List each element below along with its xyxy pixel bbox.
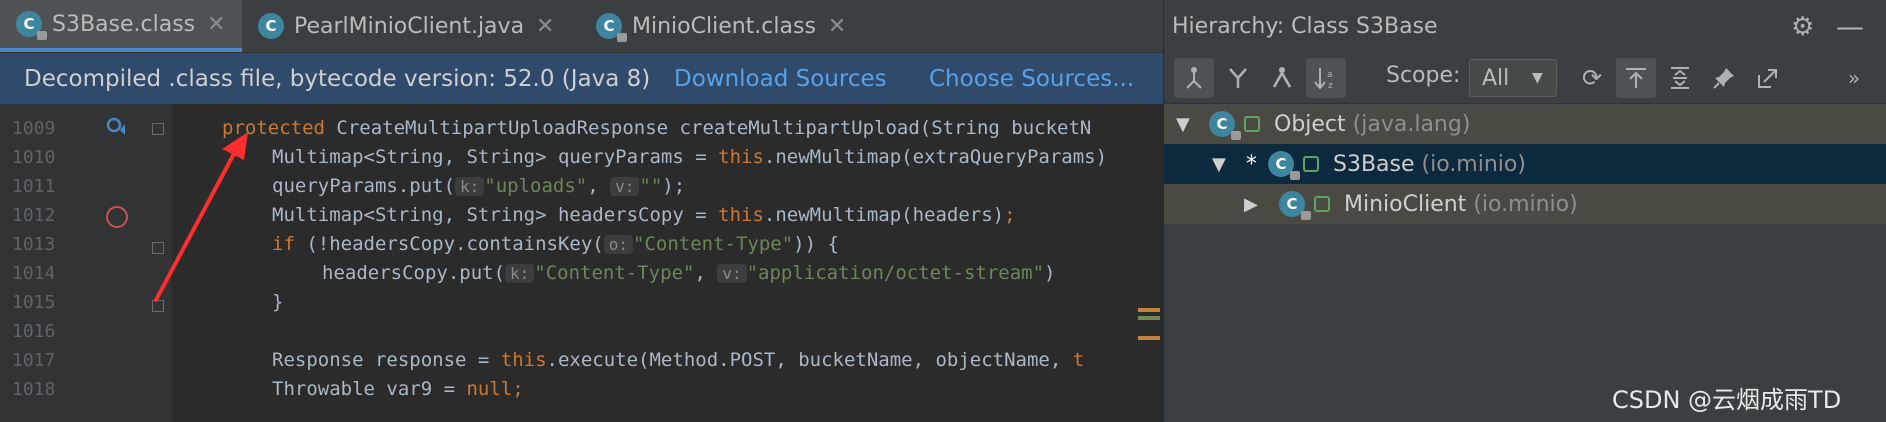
class-hierarchy-icon[interactable]	[1174, 58, 1214, 98]
code-line: 1015 }	[0, 288, 1163, 317]
tree-node-object[interactable]: ▼ C Object (java.lang)	[1164, 104, 1886, 144]
scroll-to-source-icon[interactable]	[1616, 58, 1656, 98]
watermark: CSDN @云烟成雨TD	[1612, 386, 1842, 414]
svg-text:a: a	[1327, 70, 1333, 80]
export-icon[interactable]	[1748, 58, 1788, 98]
tree-node-label: S3Base (io.minio)	[1333, 151, 1526, 177]
hierarchy-title: Hierarchy: Class S3Base	[1172, 13, 1438, 39]
scope-label: Scope:	[1386, 63, 1461, 88]
scope-value: All	[1482, 65, 1510, 91]
code-line: 1012 Multimap<String, String> headersCop…	[0, 201, 1163, 230]
chevron-down-icon[interactable]: ▼	[1176, 114, 1190, 135]
hierarchy-panel: Hierarchy: Class S3Base ⚙ — az Scope: Al…	[1163, 0, 1886, 422]
download-sources-link[interactable]: Download Sources	[674, 66, 887, 92]
code-line: 1014 headersCopy.put(k: "Content-Type", v…	[0, 259, 1163, 288]
param-hint: o:	[603, 235, 634, 254]
line-number: 1009	[12, 118, 56, 139]
tab-pearlminioclient-java[interactable]: C PearlMinioClient.java ✕	[242, 0, 580, 52]
public-access-icon	[1314, 196, 1330, 212]
gear-icon[interactable]: ⚙	[1791, 12, 1814, 42]
code-line: 1016	[0, 317, 1163, 346]
class-icon: C	[1279, 191, 1311, 220]
line-number: 1010	[12, 147, 56, 168]
code-text: headersCopy.put(k: "Content-Type", v: "app…	[322, 262, 1056, 284]
param-hint: v:	[717, 264, 747, 283]
svg-text:z: z	[1328, 81, 1333, 91]
close-icon[interactable]: ✕	[207, 12, 225, 37]
editor-pane: C S3Base.class ✕ C PearlMinioClient.java…	[0, 0, 1163, 422]
line-number: 1011	[12, 176, 56, 197]
public-access-icon	[1303, 156, 1319, 172]
tab-minioclient-class[interactable]: C MinioClient.class ✕	[580, 0, 870, 52]
pin-icon[interactable]	[1704, 58, 1744, 98]
line-number: 1012	[12, 205, 56, 226]
tab-s3base-class[interactable]: C S3Base.class ✕	[0, 0, 242, 52]
line-number: 1014	[12, 263, 56, 284]
code-text: Throwable var9 = null;	[272, 378, 524, 400]
param-hint: k:	[455, 177, 485, 196]
close-icon[interactable]: ✕	[828, 14, 846, 39]
code-text: if (!headersCopy.containsKey(o: "Content-…	[272, 233, 839, 255]
code-line: 1010 Multimap<String, String> queryParam…	[0, 143, 1163, 172]
param-hint: v:	[610, 177, 640, 196]
decompiled-banner: Decompiled .class file, bytecode version…	[0, 53, 1163, 104]
tree-node-label: Object (java.lang)	[1274, 111, 1471, 137]
current-class-marker: *	[1246, 151, 1257, 177]
line-number: 1016	[12, 321, 56, 342]
tab-label: MinioClient.class	[632, 13, 816, 39]
code-text: }	[272, 291, 284, 313]
line-number: 1018	[12, 379, 56, 400]
class-file-icon: C	[16, 11, 47, 40]
hierarchy-tree[interactable]: ▼ C Object (java.lang) ▼ * C S3Base (io.…	[1164, 104, 1886, 422]
supertypes-icon[interactable]	[1218, 58, 1258, 98]
refresh-icon[interactable]: ⟳	[1572, 58, 1612, 98]
code-line: 1013 if (!headersCopy.containsKey(o: "Con…	[0, 230, 1163, 259]
line-number: 1017	[12, 350, 56, 371]
decompiled-message: Decompiled .class file, bytecode version…	[24, 65, 651, 92]
tree-node-minioclient[interactable]: ▶ C MinioClient (io.minio)	[1164, 184, 1886, 224]
choose-sources-link[interactable]: Choose Sources...	[929, 66, 1134, 92]
line-number: 1015	[12, 292, 56, 313]
code-text: Multimap<String, String> queryParams = t…	[272, 146, 1108, 168]
code-text: Multimap<String, String> headersCopy = t…	[272, 204, 1016, 226]
public-access-icon	[1244, 116, 1260, 132]
code-text: Response response = this.execute(Method.…	[272, 349, 1085, 371]
class-icon: C	[1268, 151, 1300, 180]
code-text: queryParams.put(k: "uploads", v: "");	[272, 175, 686, 197]
code-line: 1011 queryParams.put(k: "uploads", v: "");	[0, 172, 1163, 201]
code-area[interactable]: 1009 protected CreateMultipartUploadResp…	[0, 104, 1163, 422]
scope-dropdown[interactable]: All ▼	[1469, 59, 1557, 97]
minimize-icon[interactable]: —	[1836, 10, 1864, 43]
tab-label: PearlMinioClient.java	[294, 13, 525, 39]
code-line: 1018 Throwable var9 = null;	[0, 375, 1163, 404]
tab-label: S3Base.class	[52, 11, 196, 37]
line-number: 1013	[12, 234, 56, 255]
code-line: 1009 protected CreateMultipartUploadResp…	[0, 114, 1163, 143]
hierarchy-header: Hierarchy: Class S3Base ⚙ —	[1164, 0, 1886, 52]
class-icon: C	[1209, 111, 1241, 140]
chevron-down-icon[interactable]: ▼	[1212, 154, 1226, 175]
code-line: 1017 Response response = this.execute(Me…	[0, 346, 1163, 375]
tree-node-s3base[interactable]: ▼ * C S3Base (io.minio)	[1164, 144, 1886, 184]
expand-all-icon[interactable]	[1660, 58, 1700, 98]
close-icon[interactable]: ✕	[536, 14, 554, 39]
chevron-right-icon[interactable]: ▶	[1244, 194, 1258, 215]
subtypes-icon[interactable]	[1262, 58, 1302, 98]
param-hint: k:	[505, 264, 535, 283]
code-text: protected CreateMultipartUploadResponse …	[222, 117, 1092, 139]
more-icon[interactable]: »	[1834, 58, 1874, 98]
chevron-down-icon: ▼	[1532, 70, 1543, 86]
class-file-icon: C	[596, 13, 627, 42]
sort-alphabetically-icon[interactable]: az	[1306, 58, 1346, 98]
editor-tab-bar: C S3Base.class ✕ C PearlMinioClient.java…	[0, 0, 1163, 53]
tree-node-label: MinioClient (io.minio)	[1344, 191, 1578, 217]
class-file-icon: C	[258, 13, 284, 39]
hierarchy-toolbar: az Scope: All ▼ ⟳ »	[1164, 53, 1886, 104]
